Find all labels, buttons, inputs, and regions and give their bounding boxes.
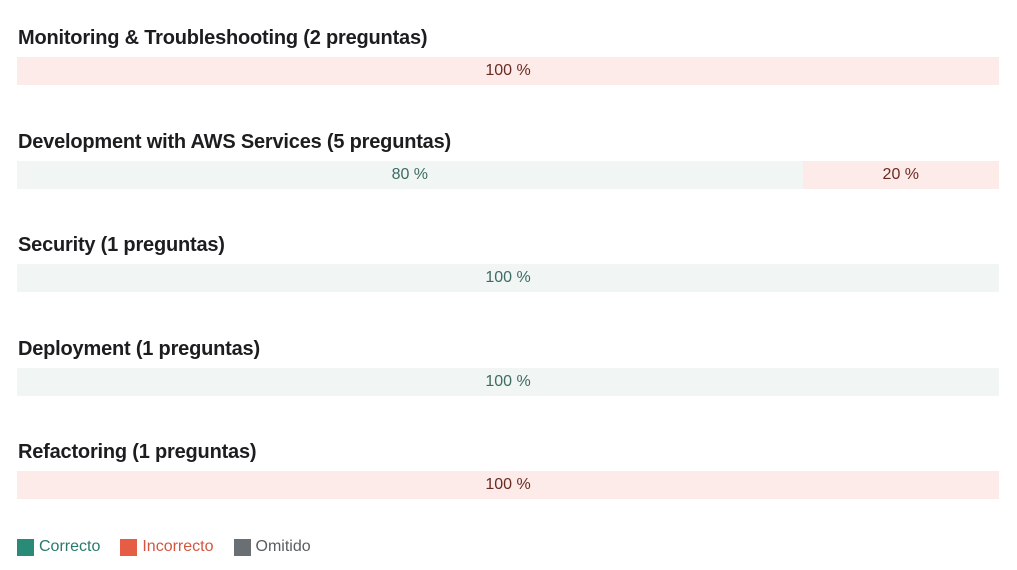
legend-item-correct: Correcto <box>17 538 100 556</box>
incorrect-segment: 20 % <box>802 161 999 189</box>
incorrect-segment: 100 % <box>17 57 999 85</box>
correct-segment: 100 % <box>17 264 999 292</box>
domain-section-refactoring: Refactoring (1 preguntas) 100 % <box>17 440 999 499</box>
result-bar: 100 % <box>17 264 999 292</box>
section-title: Monitoring & Troubleshooting (2 pregunta… <box>18 27 428 49</box>
result-bar: 100 % <box>17 57 999 85</box>
legend-label: Correcto <box>39 538 101 555</box>
result-bar: 80 % 20 % <box>17 161 999 189</box>
omitted-swatch <box>233 538 251 556</box>
domain-section-security: Security (1 preguntas) 100 % <box>17 233 999 292</box>
legend-label: Incorrecto <box>142 538 214 555</box>
incorrect-segment: 100 % <box>17 471 999 499</box>
legend: Correcto Incorrecto Omitido <box>17 538 311 556</box>
section-title: Security (1 preguntas) <box>18 234 225 256</box>
incorrect-swatch <box>120 538 138 556</box>
result-bar: 100 % <box>17 471 999 499</box>
section-title: Deployment (1 preguntas) <box>18 338 260 360</box>
correct-swatch <box>17 538 34 556</box>
legend-item-omitted: Omitido <box>233 538 311 556</box>
section-title: Development with AWS Services (5 pregunt… <box>18 131 451 153</box>
domain-section-monitoring: Monitoring & Troubleshooting (2 pregunta… <box>17 26 999 85</box>
domain-section-deployment: Deployment (1 preguntas) 100 % <box>17 337 999 396</box>
correct-segment: 100 % <box>17 368 999 396</box>
result-bar: 100 % <box>17 368 999 396</box>
section-title: Refactoring (1 preguntas) <box>18 441 257 463</box>
legend-label: Omitido <box>255 538 311 555</box>
legend-item-incorrect: Incorrecto <box>120 538 214 556</box>
domain-section-development: Development with AWS Services (5 pregunt… <box>17 130 999 189</box>
correct-segment: 80 % <box>17 161 803 189</box>
